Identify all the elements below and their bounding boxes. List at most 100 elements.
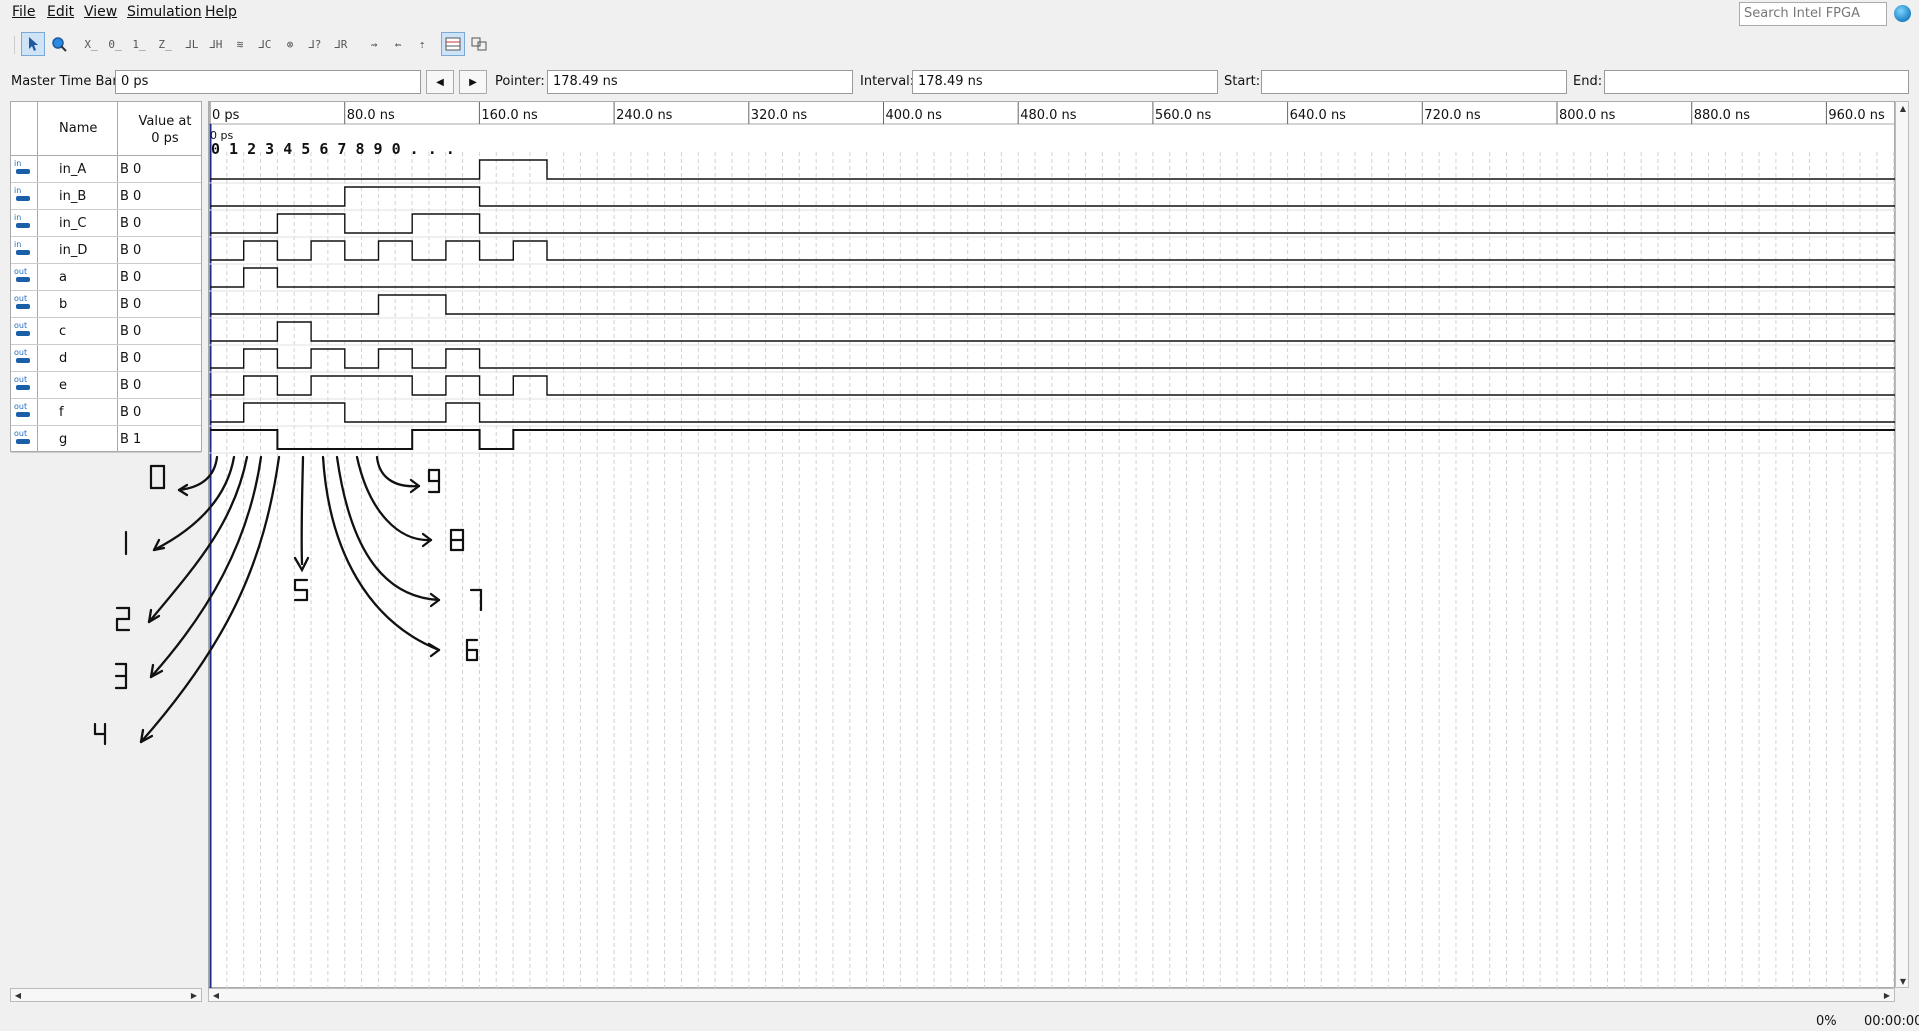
timeline-tick-label: 720.0 ns [1424,108,1481,123]
menu-file[interactable]: File [12,2,35,22]
timeline-tick-label: 320.0 ns [750,108,808,123]
next-transition-button[interactable]: ▶ [459,70,487,94]
count-value-icon[interactable]: ⅃C [253,32,277,56]
timeline-tick-label: 240.0 ns [616,108,673,123]
pin-direction-label: out [14,294,28,303]
status-progress: 0% [1816,1014,1837,1029]
scroll-left-icon[interactable]: ◀ [209,989,223,1001]
invert-icon[interactable]: ≋ [228,32,252,56]
signal-name: c [59,324,67,339]
globe-icon[interactable] [1894,5,1911,22]
search-input[interactable]: Search Intel FPGA [1739,2,1887,26]
timeline-tick-label: 480.0 ns [1020,108,1077,123]
signal-row-f[interactable]: out f B 0 [11,399,201,426]
signal-row-b[interactable]: out b B 0 [11,291,201,318]
signal-row-in_C[interactable]: in in_C B 0 [11,210,201,237]
signal-row-d[interactable]: out d B 0 [11,345,201,372]
start-field[interactable] [1261,70,1567,94]
random-value-icon[interactable]: ⅃? [303,32,327,56]
signal-value: B 0 [120,243,142,258]
signal-row-in_D[interactable]: in in_D B 0 [11,237,201,264]
zoom-tool-icon[interactable] [47,32,71,56]
interval-field[interactable]: 178.49 ns [912,70,1218,94]
master-time-bar-field[interactable]: 0 ps [115,70,421,94]
menu-view-label: View [84,4,118,20]
annotation-arrow-8 [355,455,433,542]
pin-arrow-icon [16,412,30,417]
output-pin-icon: out [14,321,32,341]
value-header-line1: Value at [138,114,192,129]
pin-arrow-icon [16,223,30,228]
signal-list-hscrollbar[interactable]: ◀ ▶ [10,988,202,1002]
signal-value: B 0 [120,189,142,204]
timeline-tick-label: 640.0 ns [1289,108,1346,123]
signal-row-c[interactable]: out c B 0 [11,318,201,345]
timeline-tick-label: 400.0 ns [885,108,942,123]
scroll-right-icon[interactable]: ▶ [187,989,201,1001]
forcing-high-icon[interactable]: 1̲ [127,32,151,56]
scroll-up-icon[interactable]: ▲ [1896,102,1910,114]
scroll-left-icon[interactable]: ◀ [11,989,25,1001]
signal-list-header: Name Value at 0 ps [11,102,201,156]
signal-row-e[interactable]: out e B 0 [11,372,201,399]
pin-direction-label: out [14,375,28,384]
pin-direction-label: out [14,267,28,276]
forcing-low-icon[interactable]: 0̲ [103,32,127,56]
annotation-arrowhead-6 [427,642,441,658]
pin-arrow-icon [16,169,30,174]
signal-row-in_A[interactable]: in in_A B 0 [11,156,201,183]
signal-value: B 1 [120,432,142,447]
node-finder-icon[interactable] [467,32,491,56]
pin-arrow-icon [16,277,30,282]
align-icon[interactable]: ⇡ [410,32,434,56]
pointer-field[interactable]: 178.49 ns [547,70,853,94]
menu-help[interactable]: Help [205,2,237,22]
pin-arrow-icon [16,358,30,363]
selection-tool-icon[interactable] [21,32,45,56]
signal-value: B 0 [120,270,142,285]
menu-file-label: File [12,4,36,20]
signal-row-in_B[interactable]: in in_B B 0 [11,183,201,210]
weak-low-icon[interactable]: ⅃L [180,32,204,56]
pointer-label: Pointer: [495,74,545,89]
previous-transition-button[interactable]: ◀ [426,70,454,94]
name-column-header[interactable]: Name [59,121,97,136]
weak-high-icon[interactable]: ⅃H [204,32,228,56]
pin-direction-label: in [14,213,22,222]
menu-edit[interactable]: Edit [47,2,74,22]
high-impedance-icon[interactable]: Z̲ [153,32,177,56]
menu-simulation[interactable]: Simulation [127,2,202,22]
forcing-unknown-icon[interactable]: X̲ [79,32,103,56]
grid-settings-icon[interactable] [441,32,465,56]
value-column-header[interactable]: Value at 0 ps [129,113,201,147]
input-pin-icon: in [14,240,32,260]
signal-row-a[interactable]: out a B 0 [11,264,201,291]
signal-value: B 0 [120,378,142,393]
scroll-right-icon[interactable]: ▶ [1880,989,1894,1001]
handwritten-digit-4 [93,722,107,746]
waveform-canvas[interactable]: 0 1 2 3 4 5 6 7 8 9 0 . . . [93,102,1896,989]
signal-name: f [59,405,64,420]
handwritten-digit-6 [465,638,479,662]
value-header-line2: 0 ps [151,131,179,146]
clock-icon[interactable]: ⊗ [278,32,302,56]
scroll-down-icon[interactable]: ▼ [1896,975,1910,987]
waveform-hscrollbar[interactable]: ◀ ▶ [208,988,1895,1002]
pin-direction-label: in [14,240,22,249]
pin-direction-label: in [14,186,22,195]
reverse-icon[interactable]: ⇜ [386,32,410,56]
signal-value: B 0 [120,324,142,339]
arbitrary-value-icon[interactable]: ⅃R [329,32,353,56]
timeline-tick-label: 0 ps [212,108,240,123]
end-field[interactable] [1604,70,1909,94]
menu-bar: File Edit View Simulation Help Search In… [0,0,1919,26]
signal-row-g[interactable]: out g B 1 [11,426,201,453]
waveform-area[interactable]: 0 1 2 3 4 5 6 7 8 9 0 . . . 0 ps 80.0 ns 1… [93,101,1896,989]
snap-to-grid-icon[interactable]: ⇝ [362,32,386,56]
signal-name: in_B [59,189,87,204]
menu-view[interactable]: View [84,2,117,22]
pin-arrow-icon [16,385,30,390]
start-label: Start: [1224,74,1261,89]
menu-help-label: Help [205,4,237,20]
waveform-vscrollbar[interactable]: ▲ ▼ [1895,101,1909,988]
